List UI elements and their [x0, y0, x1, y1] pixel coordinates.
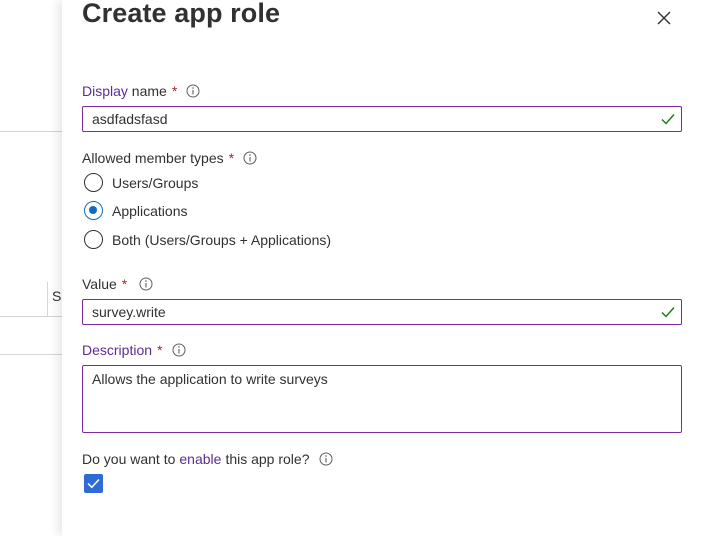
display-name-label-rest: name	[127, 83, 167, 99]
divider	[0, 316, 62, 317]
radio-button[interactable]	[84, 173, 103, 192]
enable-label: Do you want to enable this app role?	[82, 451, 333, 467]
value-input[interactable]: survey.write	[82, 299, 682, 325]
info-icon[interactable]	[186, 84, 200, 98]
divider	[0, 131, 62, 132]
info-icon[interactable]	[319, 452, 333, 466]
description-value: Allows the application to write surveys	[92, 371, 328, 387]
enable-checkbox[interactable]	[84, 474, 103, 493]
close-icon	[657, 11, 671, 25]
column-divider	[47, 282, 48, 316]
radio-button[interactable]	[84, 201, 103, 220]
member-types-label-text: Allowed member types	[82, 150, 224, 166]
radio-applications[interactable]: Applications	[84, 201, 188, 220]
column-header-text: S	[52, 288, 62, 304]
info-icon[interactable]	[139, 277, 153, 291]
radio-button[interactable]	[84, 230, 103, 249]
value-value: survey.write	[92, 304, 166, 320]
info-icon[interactable]	[172, 343, 186, 357]
display-name-value: asdfadsfasd	[92, 111, 168, 127]
panel-title: Create app role	[82, 0, 281, 28]
radio-label: Applications	[112, 202, 188, 219]
required-indicator: *	[171, 83, 178, 99]
required-indicator: *	[228, 150, 235, 166]
close-button[interactable]	[652, 6, 676, 30]
value-label: Value *	[82, 276, 153, 292]
radio-users-groups[interactable]: Users/Groups	[84, 173, 198, 192]
member-types-label: Allowed member types *	[82, 150, 257, 166]
checkmark-icon	[661, 112, 675, 128]
divider	[0, 354, 62, 355]
enable-label-link: enable	[179, 451, 222, 467]
description-label: Description *	[82, 342, 186, 358]
create-app-role-panel: Create app role Display name * asdfadsfa…	[62, 0, 701, 536]
enable-label-after: this app role?	[225, 451, 310, 467]
description-textarea[interactable]: Allows the application to write surveys	[82, 365, 682, 433]
checkmark-icon	[87, 478, 100, 489]
display-name-label: Display name *	[82, 83, 200, 99]
background-page: S	[0, 0, 62, 536]
required-indicator: *	[157, 342, 163, 358]
value-label-text: Value	[82, 276, 117, 292]
display-name-input[interactable]: asdfadsfasd	[82, 106, 682, 132]
radio-label: Both (Users/Groups + Applications)	[112, 231, 332, 248]
enable-label-before: Do you want to	[82, 451, 176, 467]
radio-label: Users/Groups	[112, 174, 199, 191]
radio-both[interactable]: Both (Users/Groups + Applications)	[84, 230, 331, 249]
required-indicator: *	[121, 276, 128, 292]
display-name-label-highlight: Display	[82, 83, 128, 99]
checkmark-icon	[661, 305, 675, 321]
info-icon[interactable]	[243, 151, 257, 165]
description-label-text: Description	[82, 342, 153, 358]
